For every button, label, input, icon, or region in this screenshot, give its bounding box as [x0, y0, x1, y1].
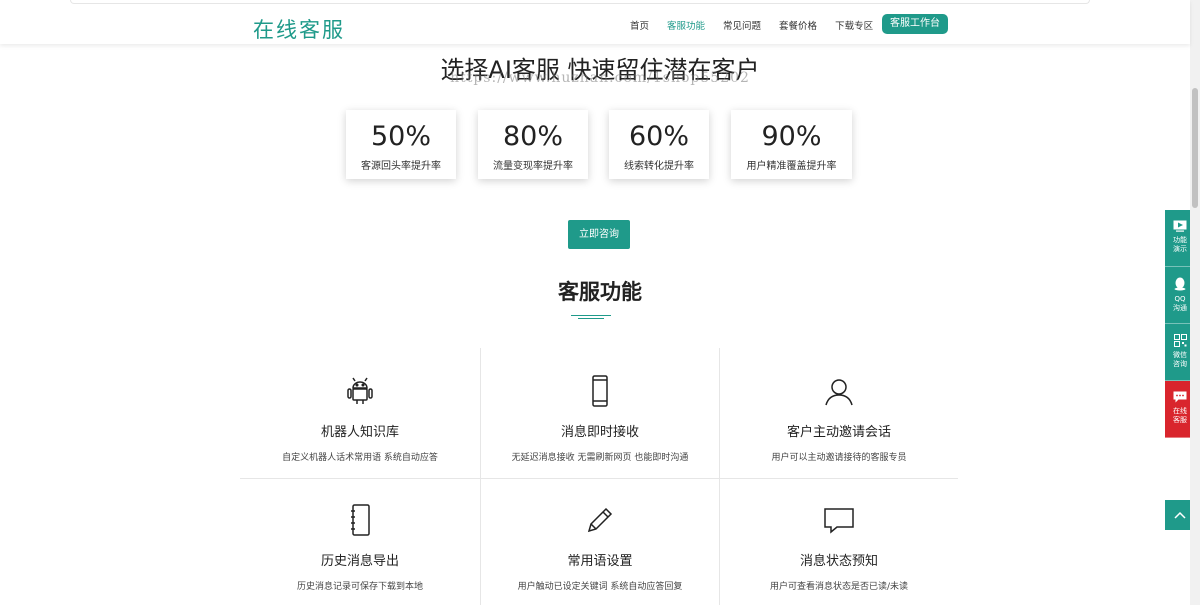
feature-desc: 自定义机器人话术常用语 系统自动应答	[282, 453, 438, 463]
nav-item-features[interactable]: 客服功能	[667, 18, 705, 32]
feature-card: 消息状态预知 用户可查看消息状态是否已读/未读	[720, 502, 958, 592]
section-title: 客服功能	[558, 280, 642, 304]
main-nav: 首页 客服功能 常见问题 套餐价格 下载专区	[630, 18, 891, 32]
mobile-icon	[481, 373, 719, 409]
nav-item-faq[interactable]: 常见问题	[723, 18, 761, 32]
nav-item-pricing[interactable]: 套餐价格	[779, 18, 817, 32]
chat-bubble-icon	[720, 502, 958, 538]
message-icon	[1173, 391, 1187, 403]
nav-item-downloads[interactable]: 下载专区	[835, 18, 873, 32]
stat-value: 80%	[502, 121, 563, 152]
notebook-icon	[241, 502, 479, 538]
feature-title: 消息即时接收	[560, 425, 639, 440]
feature-title: 机器人知识库	[320, 425, 399, 440]
feature-card: 常用语设置 用户触动已设定关键词 系统自动应答回复	[481, 502, 719, 592]
stat-card: 80% 流量变现率提升率	[478, 110, 588, 179]
qq-icon	[1174, 277, 1186, 291]
feature-card: 机器人知识库 自定义机器人话术常用语 系统自动应答	[241, 373, 479, 463]
feature-desc: 历史消息记录可保存下载到本地	[296, 582, 423, 592]
workbench-button[interactable]: 客服工作台	[882, 14, 948, 34]
stat-card: 60% 线索转化提升率	[609, 110, 709, 179]
stat-label: 线索转化提升率	[624, 161, 694, 172]
stat-card: 50% 客源回头率提升率	[346, 110, 456, 179]
feature-desc: 用户可查看消息状态是否已读/未读	[769, 582, 909, 592]
feature-title: 常用语设置	[567, 554, 633, 569]
stat-value: 50%	[370, 121, 431, 152]
pencil-icon	[481, 502, 719, 538]
feature-desc: 无延迟消息接收 无需刷新网页 也能即时沟通	[511, 453, 689, 463]
scrollbar-thumb[interactable]	[1192, 88, 1198, 208]
qrcode-icon	[1173, 334, 1187, 347]
top-header: 在线客服 首页 客服功能 常见问题 套餐价格 下载专区 客服工作台	[0, 0, 1190, 44]
stat-value: 60%	[628, 121, 689, 152]
feature-title: 历史消息导出	[320, 554, 399, 569]
feature-card: 客户主动邀请会话 用户可以主动邀请接待的客服专员	[720, 373, 958, 463]
feature-title: 客户主动邀请会话	[786, 425, 891, 440]
consult-button[interactable]: 立即咨询	[568, 220, 630, 249]
user-icon	[720, 373, 958, 409]
page-scrollbar[interactable]	[1190, 0, 1200, 605]
stat-label: 客源回头率提升率	[361, 161, 441, 172]
stat-card: 90% 用户精准覆盖提升率	[731, 110, 852, 179]
site-logo[interactable]: 在线客服	[253, 14, 345, 44]
video-icon	[1173, 220, 1187, 232]
stat-label: 用户精准覆盖提升率	[746, 161, 837, 172]
section-underline	[578, 318, 604, 319]
section-underline	[571, 315, 611, 316]
chevron-up-icon	[1174, 511, 1186, 519]
feature-title: 消息状态预知	[799, 554, 878, 569]
feature-card: 历史消息导出 历史消息记录可保存下载到本地	[241, 502, 479, 592]
watermark: https://www.huzhan.com/1shop55202	[450, 70, 750, 86]
grid-divider	[240, 478, 958, 479]
android-icon	[241, 373, 479, 409]
stat-label: 流量变现率提升率	[493, 161, 573, 172]
nav-item-home[interactable]: 首页	[630, 18, 649, 32]
header-top-border	[70, 0, 1090, 4]
feature-card: 消息即时接收 无延迟消息接收 无需刷新网页 也能即时沟通	[481, 373, 719, 463]
feature-desc: 用户触动已设定关键词 系统自动应答回复	[517, 582, 683, 592]
feature-desc: 用户可以主动邀请接待的客服专员	[771, 453, 907, 463]
stat-value: 90%	[761, 121, 822, 152]
